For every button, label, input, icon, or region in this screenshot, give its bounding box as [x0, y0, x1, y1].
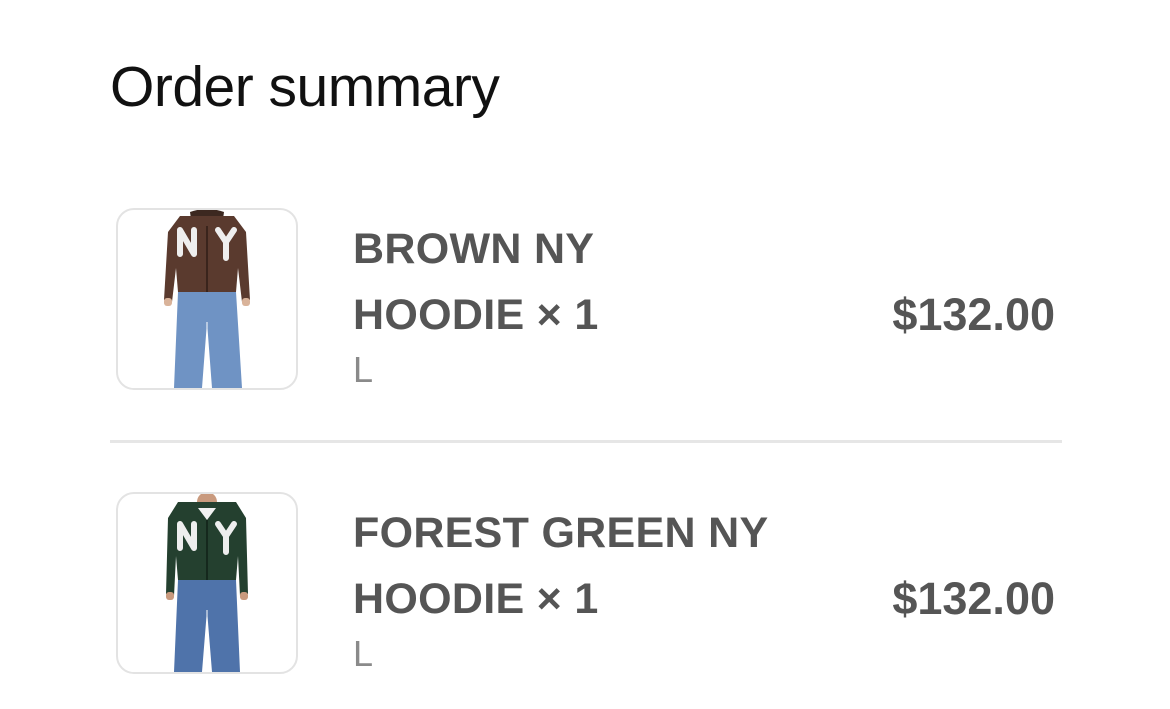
jeans-shape: [174, 292, 242, 388]
hand-shape: [242, 298, 250, 306]
item-name-line-1: BROWN NY: [353, 225, 595, 273]
item-name: FOREST GREEN NY HOODIE × 1: [353, 500, 823, 632]
order-summary-page: Order summary BROWN NY HOODIE × 1 L $132…: [0, 0, 1170, 709]
item-price: $132.00: [892, 289, 1055, 340]
item-divider: [110, 440, 1062, 443]
line-item: FOREST GREEN NY HOODIE × 1 L $132.00: [110, 492, 1060, 678]
hoodie-product-icon: [166, 494, 248, 672]
hoodie-product-icon: [164, 210, 250, 388]
item-variant: L: [353, 349, 374, 390]
item-price: $132.00: [892, 573, 1055, 624]
item-name-line-1: FOREST GREEN NY: [353, 509, 769, 557]
product-image-green-hoodie: [116, 492, 298, 674]
hand-shape: [240, 592, 248, 600]
item-name-line-2: HOODIE × 1: [353, 291, 599, 339]
line-item: BROWN NY HOODIE × 1 L $132.00: [110, 208, 1060, 394]
item-name: BROWN NY HOODIE × 1: [353, 216, 823, 348]
hand-shape: [166, 592, 174, 600]
order-summary-title: Order summary: [110, 55, 500, 119]
hand-shape: [164, 298, 172, 306]
item-name-line-2: HOODIE × 1: [353, 575, 599, 623]
item-variant: L: [353, 633, 374, 674]
product-image-brown-hoodie: [116, 208, 298, 390]
